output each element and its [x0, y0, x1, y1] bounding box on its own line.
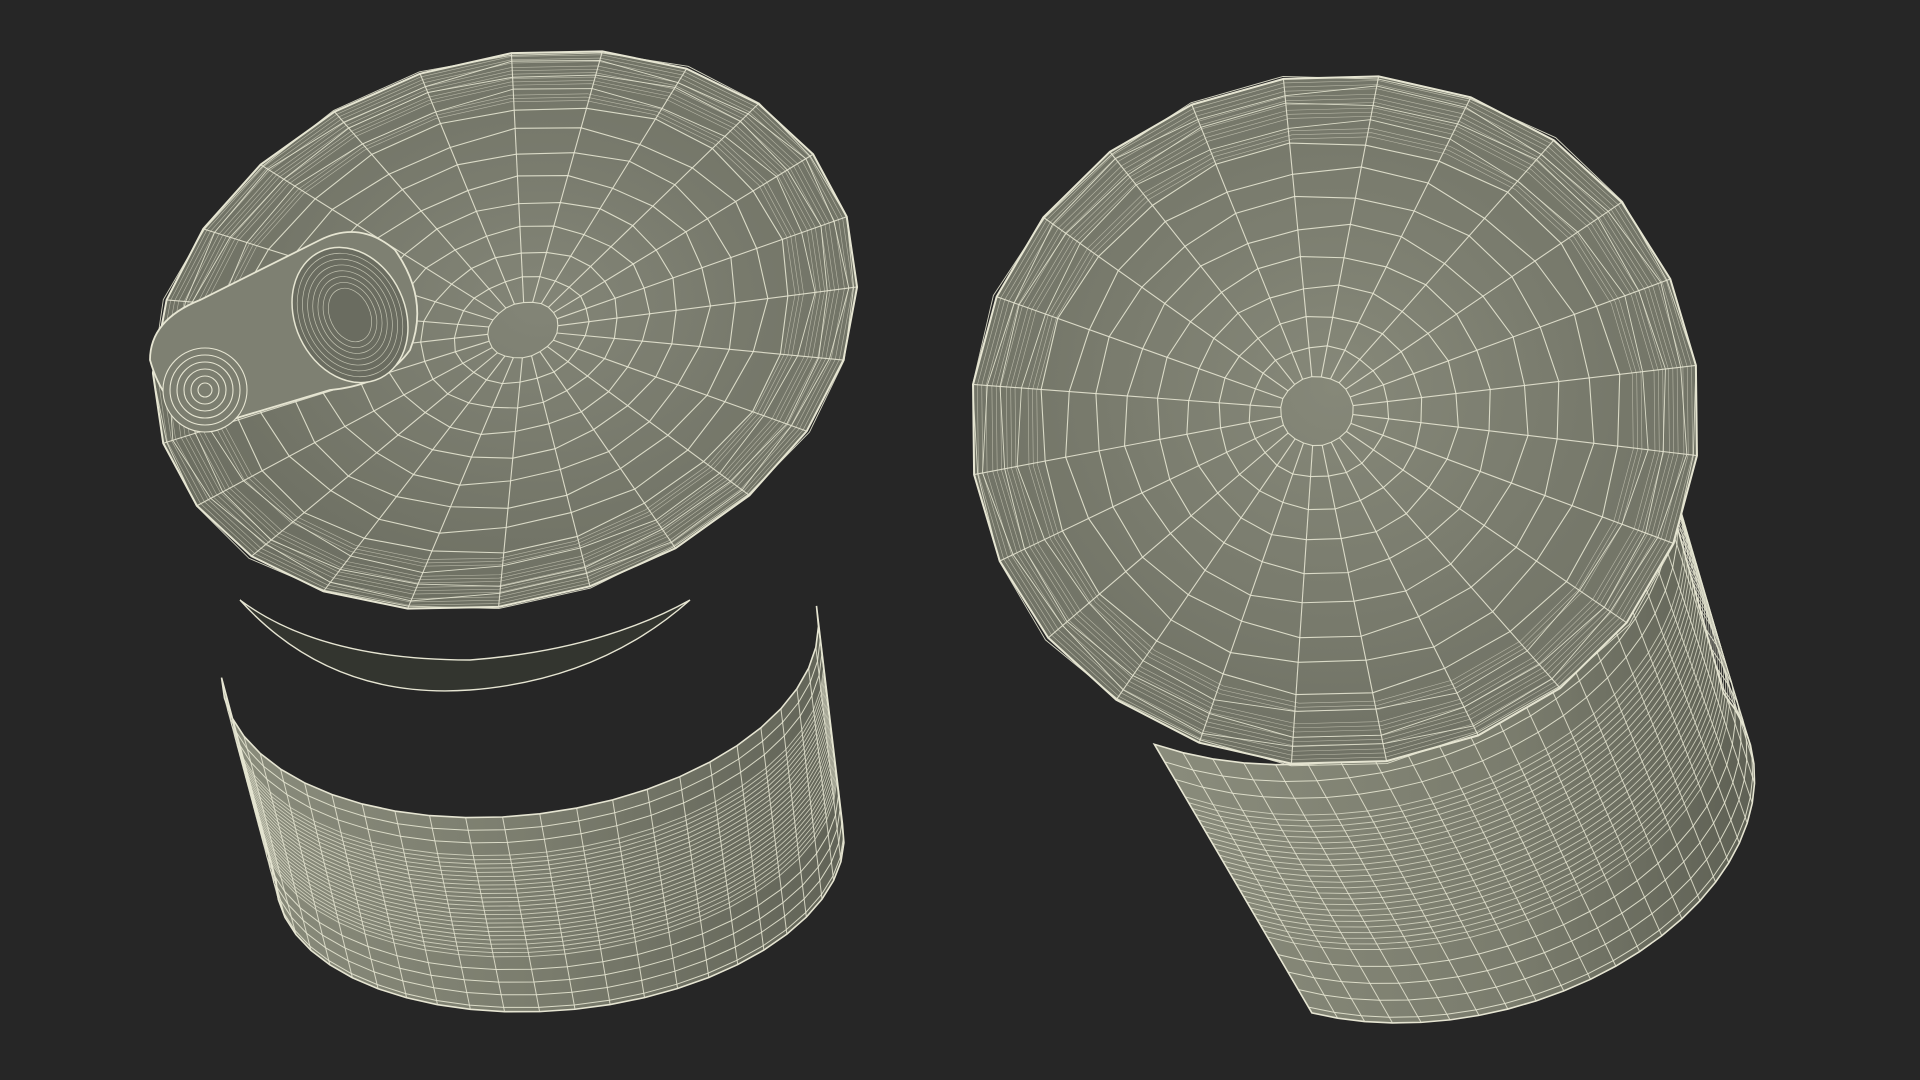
render-viewport	[149, 50, 1756, 1024]
rivet-ring	[162, 347, 248, 433]
open-can-opening	[239, 599, 691, 692]
can-lids	[151, 50, 1698, 767]
